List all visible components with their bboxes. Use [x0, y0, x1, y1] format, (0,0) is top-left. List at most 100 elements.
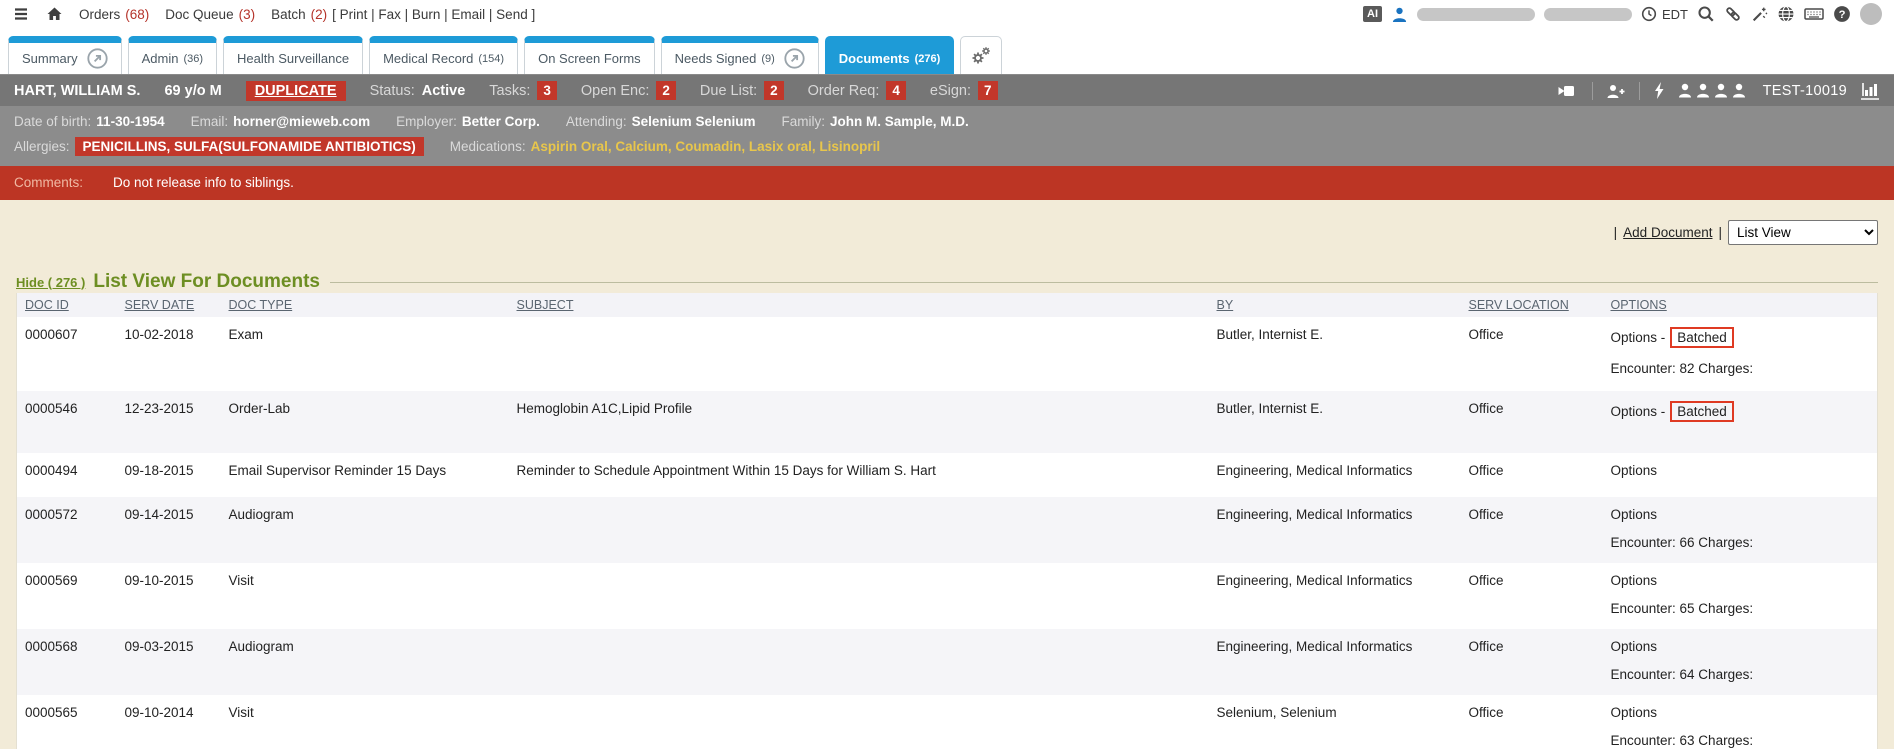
medications-list[interactable]: Aspirin Oral, Calcium, Coumadin, Lasix o…	[531, 139, 881, 154]
home-icon[interactable]	[46, 6, 63, 22]
cell-options: Options - Batched	[1603, 391, 1878, 453]
tab-label: Health Surveillance	[237, 51, 349, 66]
options-link[interactable]: Options -	[1611, 404, 1666, 419]
documents-panel: | Add Document | List View Hide ( 276 ) …	[0, 200, 1894, 749]
stat-badge[interactable]: 2	[656, 81, 676, 100]
tab-settings-button[interactable]	[960, 36, 1002, 74]
detail-label: Employer:	[396, 114, 457, 129]
cell-by: Selenium, Selenium	[1209, 695, 1461, 749]
ai-badge[interactable]: AI	[1363, 6, 1382, 22]
encounter-info: Encounter: 65 Charges:	[1611, 601, 1870, 616]
col-doc-id[interactable]: DOC ID	[17, 293, 117, 317]
tab-admin[interactable]: Admin (36)	[128, 36, 217, 74]
table-row[interactable]: 0000494 09-18-2015 Email Supervisor Remi…	[17, 453, 1878, 497]
col-subject[interactable]: SUBJECT	[509, 293, 1209, 317]
gears-icon	[970, 46, 992, 66]
bar-chart-icon[interactable]	[1860, 82, 1880, 100]
patients-group-icon[interactable]	[1678, 83, 1750, 98]
globe-icon[interactable]	[1777, 5, 1795, 23]
table-row[interactable]: 0000607 10-02-2018 Exam Butler, Internis…	[17, 317, 1878, 391]
keyboard-icon[interactable]	[1804, 6, 1824, 22]
allergies-badge[interactable]: PENICILLINS, SULFA(SULFONAMIDE ANTIBIOTI…	[75, 137, 424, 156]
patient-details-row: Date of birth: 11-30-1954 Email: horner@…	[14, 109, 1880, 134]
options-link[interactable]: Options	[1611, 639, 1658, 654]
stat-open-enc: Open Enc: 2	[581, 81, 676, 100]
detail-value: Better Corp.	[462, 114, 540, 129]
col-serv-location[interactable]: SERV LOCATION	[1461, 293, 1603, 317]
stat-badge[interactable]: 3	[537, 81, 557, 100]
help-icon[interactable]: ?	[1833, 5, 1851, 23]
cell-by: Engineering, Medical Informatics	[1209, 497, 1461, 563]
cell-serv-date: 09-03-2015	[117, 629, 221, 695]
batched-indicator: Batched	[1670, 401, 1734, 422]
options-link[interactable]: Options	[1611, 573, 1658, 588]
table-header-row: DOC ID SERV DATE DOC TYPE SUBJECT BY SER…	[17, 293, 1878, 317]
status-value: Active	[422, 83, 466, 99]
doc-queue-link[interactable]: Doc Queue (3)	[165, 7, 255, 22]
timezone-control[interactable]: EDT	[1641, 6, 1688, 22]
cell-serv-location: Office	[1461, 695, 1603, 749]
external-link-icon[interactable]	[784, 48, 805, 69]
comments-text: Do not release info to siblings.	[113, 175, 294, 190]
stat-badge[interactable]: 4	[886, 81, 906, 100]
col-doc-type[interactable]: DOC TYPE	[221, 293, 509, 317]
cell-doc-id: 0000546	[17, 391, 117, 453]
col-serv-date[interactable]: SERV DATE	[117, 293, 221, 317]
wand-icon[interactable]	[1751, 6, 1768, 23]
cell-serv-date: 09-14-2015	[117, 497, 221, 563]
tab-summary[interactable]: Summary	[8, 36, 122, 74]
add-document-link[interactable]: Add Document	[1623, 225, 1712, 240]
tab-needs-signed[interactable]: Needs Signed (9)	[661, 36, 819, 74]
lightning-icon[interactable]	[1653, 82, 1665, 99]
cell-by: Engineering, Medical Informatics	[1209, 629, 1461, 695]
cell-serv-date: 09-10-2014	[117, 695, 221, 749]
allergies-group: Allergies: PENICILLINS, SULFA(SULFONAMID…	[14, 137, 424, 156]
table-row[interactable]: 0000565 09-10-2014 Visit Selenium, Selen…	[17, 695, 1878, 749]
options-link[interactable]: Options -	[1611, 330, 1666, 345]
tab-documents[interactable]: Documents (276)	[825, 36, 954, 74]
table-row[interactable]: 0000568 09-03-2015 Audiogram Engineering…	[17, 629, 1878, 695]
external-link-icon[interactable]	[87, 48, 108, 69]
duplicate-flag-badge[interactable]: DUPLICATE	[246, 81, 346, 101]
cell-subject	[509, 563, 1209, 629]
separator: |	[1718, 225, 1722, 240]
add-person-icon[interactable]	[1606, 83, 1626, 99]
hamburger-menu-icon[interactable]	[12, 6, 30, 22]
cell-serv-date: 10-02-2018	[117, 317, 221, 391]
encounter-info: Encounter: 82 Charges:	[1611, 361, 1870, 376]
detail-dob: Date of birth: 11-30-1954	[14, 114, 165, 129]
table-row[interactable]: 0000572 09-14-2015 Audiogram Engineering…	[17, 497, 1878, 563]
tab-health-surveillance[interactable]: Health Surveillance	[223, 36, 363, 74]
tab-medical-record[interactable]: Medical Record (154)	[369, 36, 518, 74]
batch-actions[interactable]: [ Print | Fax | Burn | Email | Send ]	[332, 7, 535, 22]
batch-link[interactable]: Batch (2) [ Print | Fax | Burn | Email |…	[271, 7, 535, 22]
table-row[interactable]: 0000546 12-23-2015 Order-Lab Hemoglobin …	[17, 391, 1878, 453]
detail-label: Family:	[781, 114, 825, 129]
user-icon[interactable]	[1391, 6, 1408, 23]
stat-badge[interactable]: 2	[764, 81, 784, 100]
video-camera-icon[interactable]	[1557, 83, 1579, 99]
link-icon[interactable]	[1724, 5, 1742, 23]
table-row[interactable]: 0000569 09-10-2015 Visit Engineering, Me…	[17, 563, 1878, 629]
tab-label: Summary	[22, 51, 78, 66]
search-icon[interactable]	[1697, 5, 1715, 23]
col-options[interactable]: OPTIONS	[1603, 293, 1878, 317]
col-by[interactable]: BY	[1209, 293, 1461, 317]
options-link[interactable]: Options	[1611, 463, 1658, 478]
tab-count: (36)	[183, 53, 203, 65]
stat-tasks: Tasks: 3	[489, 81, 557, 100]
view-mode-select[interactable]: List View	[1728, 220, 1878, 245]
detail-label: Attending:	[566, 114, 627, 129]
orders-link[interactable]: Orders (68)	[79, 7, 149, 22]
cell-by: Engineering, Medical Informatics	[1209, 453, 1461, 497]
cell-doc-id: 0000565	[17, 695, 117, 749]
stat-badge[interactable]: 7	[978, 81, 998, 100]
comments-label: Comments:	[14, 175, 83, 190]
cell-subject	[509, 497, 1209, 563]
options-link[interactable]: Options	[1611, 705, 1658, 720]
cell-serv-location: Office	[1461, 497, 1603, 563]
options-link[interactable]: Options	[1611, 507, 1658, 522]
stat-esign: eSign: 7	[930, 81, 998, 100]
tab-on-screen-forms[interactable]: On Screen Forms	[524, 36, 655, 74]
hide-link[interactable]: Hide ( 276 )	[16, 275, 85, 290]
